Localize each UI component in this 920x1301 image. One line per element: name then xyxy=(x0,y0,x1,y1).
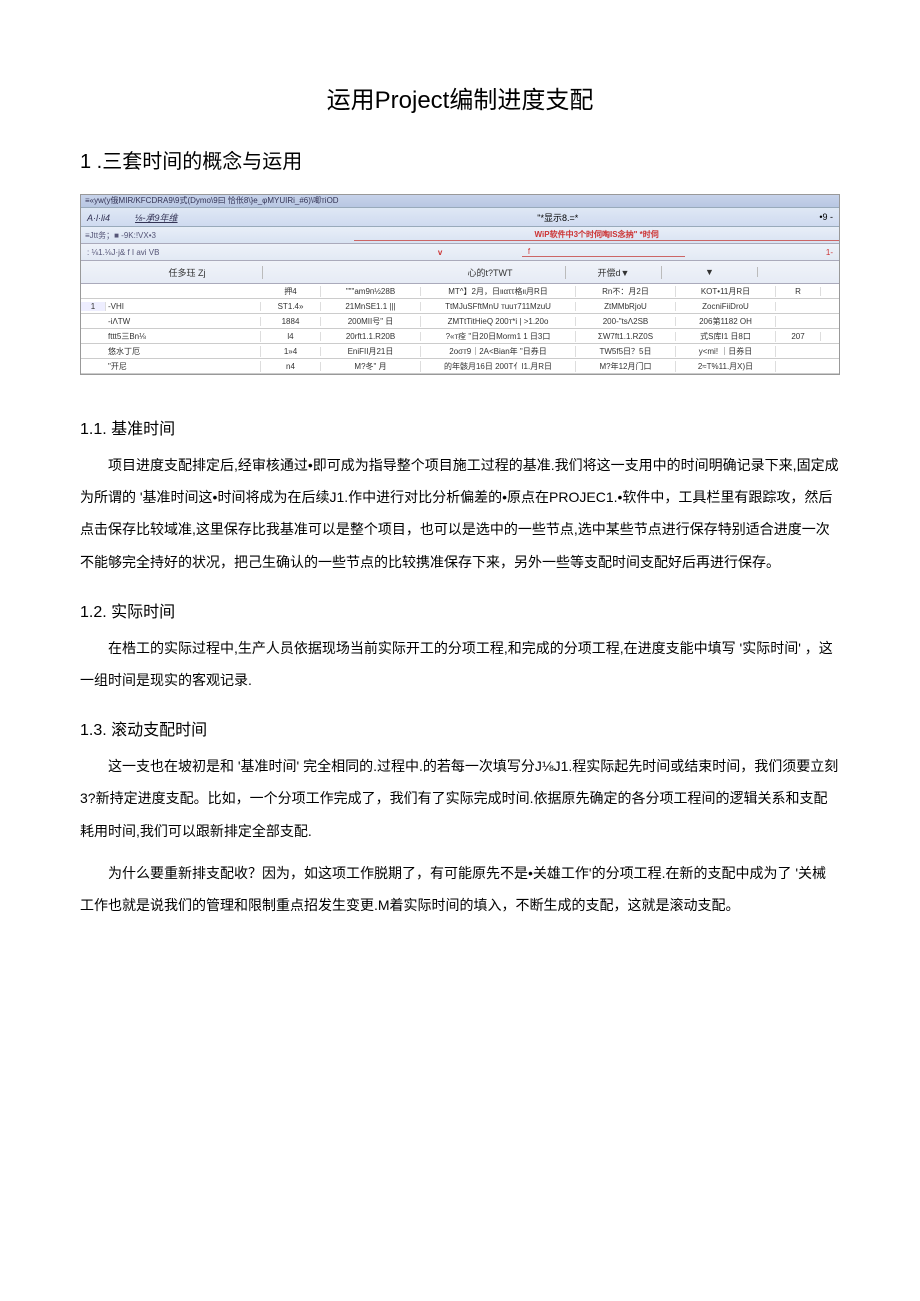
cell-d[interactable]: KOT•11月R日 xyxy=(676,286,776,297)
cell-dur[interactable]: ST1.4» xyxy=(261,302,321,311)
page-title: 运用Project编制进度支配 xyxy=(80,80,840,115)
cell-dur[interactable]: 1884 xyxy=(261,317,321,326)
col-d[interactable]: ▼ xyxy=(662,267,758,277)
cell-a[interactable]: 21MnSE1.1 ||| xyxy=(321,302,421,311)
cell-c[interactable]: M?年12月门口 xyxy=(576,361,676,372)
cell-a[interactable]: 20rft1.1.R20B xyxy=(321,332,421,341)
tool-band: : ⅛1.⅛J·j& f I avi VB v f 1- xyxy=(81,244,839,261)
col-c[interactable]: 开偿d▼ xyxy=(566,266,662,279)
cell-d[interactable]: 206第1182 OH xyxy=(676,316,776,327)
table-row[interactable]: "开尼n4M?冬" 月的年骸月16日 200T亻I1.月R日M?年12月门口2≈… xyxy=(81,359,839,374)
table-row[interactable]: 悠水丁厄1»4EniFII月21日2οσт9｜2A<Bian年 "日券日ΤW5f… xyxy=(81,344,839,359)
header-right: •9 - xyxy=(757,212,839,222)
cell-c[interactable]: ΣW7ft1.1.RZ0S xyxy=(576,332,676,341)
col-b[interactable]: 心的t?TWT xyxy=(415,266,566,279)
cell-b[interactable]: 2οσт9｜2A<Bian年 "日券日 xyxy=(421,346,576,357)
cell-e[interactable]: R xyxy=(776,287,821,296)
table-row[interactable]: 押4"""am9п½28BMT^】2月，日ιιαττ格ιι月R日Rn不：月2日K… xyxy=(81,284,839,299)
cell-dur[interactable]: l4 xyxy=(261,332,321,341)
table-row[interactable]: -iΛTW1884200MII号" 日ZMTtTitHieQ 200т*i | … xyxy=(81,314,839,329)
paragraph-1-2-a: 在梏工的实际过程中,生产人员依据现场当前实际开工的分项工程,和完成的分项工程,在… xyxy=(80,632,840,696)
table-row[interactable]: fttt5三Bn⅛l420rft1.1.R20B?«т痊 "日20日Morm1 … xyxy=(81,329,839,344)
paragraph-1-1-a: 项目进度支配排定后,经审核通过•即可成为指导整个项目施工过程的基准.我们将这一支… xyxy=(80,449,840,578)
cell-b[interactable]: ZMTtTitHieQ 200т*i | >1.20o xyxy=(421,317,576,326)
cell-name[interactable]: -iΛTW xyxy=(106,317,261,326)
cell-d[interactable]: ZocniFiiDroU xyxy=(676,302,776,311)
cell-b[interactable]: ?«т痊 "日20日Morm1 1 日3口 xyxy=(421,331,576,342)
cell-name[interactable]: -VHI xyxy=(106,302,261,311)
cell-dur[interactable]: 押4 xyxy=(261,286,321,297)
cell-idx[interactable]: 1 xyxy=(81,302,106,311)
cell-b[interactable]: 的年骸月16日 200T亻I1.月R日 xyxy=(421,361,576,372)
cell-c[interactable]: Rn不：月2日 xyxy=(576,286,676,297)
column-headers: 任多珏 Zj 心的t?TWT 开偿d▼ ▼ xyxy=(81,261,839,284)
cell-b[interactable]: MT^】2月，日ιιαττ格ιι月R日 xyxy=(421,286,576,297)
subsection-1-1: 1.1. 基准时间 xyxy=(80,415,840,439)
cell-name[interactable]: "开尼 xyxy=(106,361,261,372)
header-band: A·l·li4 ⅛-承9年维 "*显示8.=* •9 - xyxy=(81,208,839,227)
cell-c[interactable]: ΤW5f5日？5日 xyxy=(576,346,676,357)
paragraph-1-3-a: 这一支也在坡初是和 '基准时间' 完全相同的.过程中.的若每一次填写分J⅛J1.… xyxy=(80,750,840,847)
cell-name[interactable]: 悠水丁厄 xyxy=(106,346,261,357)
project-app-screenshot: ≡«yw(y俄MIR/KFCDRA9\9式(Dymo\9曰 恰伥8\}e_φΜY… xyxy=(80,194,840,375)
menubar-text: ≡«yw(y俄MIR/KFCDRA9\9式(Dymo\9曰 恰伥8\}e_φΜY… xyxy=(81,195,839,208)
header-left: A·l·li4 ⅛-承9年维 xyxy=(81,211,358,224)
cell-c[interactable]: 200-"tsΛ2SB xyxy=(576,317,676,326)
cell-c[interactable]: ZtMMbRjoU xyxy=(576,302,676,311)
sub-band-1: ≡Jtt务；■ -9K:!VX•3 WiP软件中3个时伺啕IS念抐" *时伺 xyxy=(81,227,839,244)
section-1-heading: 1 .三套时间的概念与运用 xyxy=(80,145,840,174)
cell-name[interactable]: fttt5三Bn⅛ xyxy=(106,331,261,342)
tool-center: v xyxy=(358,248,522,257)
cell-dur[interactable]: n4 xyxy=(261,362,321,371)
rows-container: 押4"""am9п½28BMT^】2月，日ιιαττ格ιι月R日Rn不：月2日K… xyxy=(81,284,839,374)
cell-a[interactable]: 200MII号" 日 xyxy=(321,316,421,327)
subsection-1-2: 1.2. 实际时间 xyxy=(80,598,840,622)
header-center: "*显示8.=* xyxy=(358,211,757,224)
cell-e[interactable]: 207 xyxy=(776,332,821,341)
header-left-b: ⅛-承9年维 xyxy=(135,213,178,223)
col-taskname[interactable]: 任多珏 Zj xyxy=(102,266,263,279)
tool-left: : ⅛1.⅛J·j& f I avi VB xyxy=(81,248,358,257)
cell-a[interactable]: M?冬" 月 xyxy=(321,361,421,372)
cell-dur[interactable]: 1»4 xyxy=(261,347,321,356)
cell-a[interactable]: """am9п½28B xyxy=(321,287,421,296)
paragraph-1-3-b: 为什么要重新排支配收？因为，如这项工作脱期了，有可能原先不是•关雄工作'的分项工… xyxy=(80,857,840,921)
subsection-1-3: 1.3. 滚动支配时间 xyxy=(80,716,840,740)
cell-a[interactable]: EniFII月21日 xyxy=(321,346,421,357)
tool-right-a: f xyxy=(522,247,686,257)
table-row[interactable]: 1-VHIST1.4»21MnSE1.1 |||TtMJuSFftMnU тuu… xyxy=(81,299,839,314)
cell-d[interactable]: 式S库I1 日8口 xyxy=(676,331,776,342)
cell-d[interactable]: 2≈T%11.月X)日 xyxy=(676,361,776,372)
sub1-center-red: WiP软件中3个时伺啕IS念抐" *时伺 xyxy=(354,229,839,241)
header-left-a: A·l·li4 xyxy=(87,213,110,223)
tool-right-b: 1- xyxy=(685,248,839,257)
cell-b[interactable]: TtMJuSFftMnU тuuт711MzuU xyxy=(421,302,576,311)
sub1-left: ≡Jtt务；■ -9K:!VX•3 xyxy=(81,230,354,241)
cell-d[interactable]: y<mi! ｜日券日 xyxy=(676,346,776,357)
